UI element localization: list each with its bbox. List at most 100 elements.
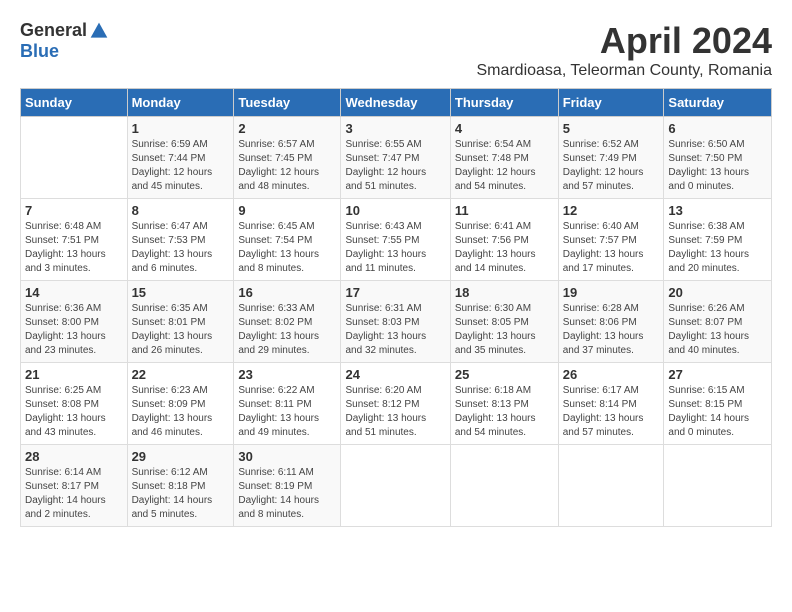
calendar-cell: 27 Sunrise: 6:15 AM Sunset: 8:15 PM Dayli…	[664, 363, 772, 445]
calendar-cell: 16 Sunrise: 6:33 AM Sunset: 8:02 PM Dayli…	[234, 281, 341, 363]
calendar-cell: 20 Sunrise: 6:26 AM Sunset: 8:07 PM Dayli…	[664, 281, 772, 363]
day-number: 11	[455, 203, 554, 218]
calendar-cell: 24 Sunrise: 6:20 AM Sunset: 8:12 PM Dayli…	[341, 363, 450, 445]
subtitle: Smardioasa, Teleorman County, Romania	[476, 62, 772, 80]
cell-info: Sunrise: 6:38 AM Sunset: 7:59 PM Dayligh…	[668, 220, 767, 276]
day-number: 14	[25, 285, 123, 300]
day-number: 9	[238, 203, 336, 218]
calendar-cell: 10Sunrise: 6:43 AM Sunset: 7:55 PM Dayli…	[341, 199, 450, 281]
logo: General Blue	[20, 20, 109, 62]
calendar-table: SundayMondayTuesdayWednesdayThursdayFrid…	[20, 88, 772, 527]
calendar-week-row: 21 Sunrise: 6:25 AM Sunset: 8:08 PM Dayli…	[21, 363, 772, 445]
cell-info: Sunrise: 6:54 AM Sunset: 7:48 PM Dayligh…	[455, 138, 554, 194]
calendar-cell: 26 Sunrise: 6:17 AM Sunset: 8:14 PM Dayli…	[558, 363, 664, 445]
day-number: 8	[132, 203, 230, 218]
header-wednesday: Wednesday	[341, 89, 450, 117]
cell-info: Sunrise: 6:18 AM Sunset: 8:13 PM Dayligh…	[455, 384, 554, 440]
calendar-week-row: 14 Sunrise: 6:36 AM Sunset: 8:00 PM Dayli…	[21, 281, 772, 363]
logo-icon	[89, 21, 109, 41]
day-number: 7	[25, 203, 123, 218]
calendar-cell	[558, 445, 664, 527]
calendar-cell: 18Sunrise: 6:30 AM Sunset: 8:05 PM Dayli…	[450, 281, 558, 363]
cell-info: Sunrise: 6:11 AM Sunset: 8:19 PM Dayligh…	[238, 466, 336, 522]
header-tuesday: Tuesday	[234, 89, 341, 117]
title-block: April 2024 Smardioasa, Teleorman County,…	[476, 20, 772, 80]
header-sunday: Sunday	[21, 89, 128, 117]
cell-info: Sunrise: 6:45 AM Sunset: 7:54 PM Dayligh…	[238, 220, 336, 276]
calendar-cell: 9 Sunrise: 6:45 AM Sunset: 7:54 PM Daylig…	[234, 199, 341, 281]
calendar-header-row: SundayMondayTuesdayWednesdayThursdayFrid…	[21, 89, 772, 117]
day-number: 25	[455, 367, 554, 382]
calendar-cell	[21, 117, 128, 199]
calendar-cell: 12 Sunrise: 6:40 AM Sunset: 7:57 PM Dayli…	[558, 199, 664, 281]
calendar-week-row: 7 Sunrise: 6:48 AM Sunset: 7:51 PM Daylig…	[21, 199, 772, 281]
cell-info: Sunrise: 6:28 AM Sunset: 8:06 PM Dayligh…	[563, 302, 660, 358]
calendar-cell: 17 Sunrise: 6:31 AM Sunset: 8:03 PM Dayli…	[341, 281, 450, 363]
cell-info: Sunrise: 6:31 AM Sunset: 8:03 PM Dayligh…	[345, 302, 445, 358]
day-number: 1	[132, 121, 230, 136]
calendar-cell	[341, 445, 450, 527]
day-number: 15	[132, 285, 230, 300]
cell-info: Sunrise: 6:40 AM Sunset: 7:57 PM Dayligh…	[563, 220, 660, 276]
calendar-cell: 29Sunrise: 6:12 AM Sunset: 8:18 PM Dayli…	[127, 445, 234, 527]
cell-info: Sunrise: 6:52 AM Sunset: 7:49 PM Dayligh…	[563, 138, 660, 194]
calendar-cell: 3Sunrise: 6:55 AM Sunset: 7:47 PM Daylig…	[341, 117, 450, 199]
cell-info: Sunrise: 6:35 AM Sunset: 8:01 PM Dayligh…	[132, 302, 230, 358]
logo-general: General	[20, 20, 87, 41]
day-number: 28	[25, 449, 123, 464]
day-number: 19	[563, 285, 660, 300]
calendar-cell: 2 Sunrise: 6:57 AM Sunset: 7:45 PM Daylig…	[234, 117, 341, 199]
calendar-week-row: 1Sunrise: 6:59 AM Sunset: 7:44 PM Daylig…	[21, 117, 772, 199]
calendar-week-row: 28 Sunrise: 6:14 AM Sunset: 8:17 PM Dayli…	[21, 445, 772, 527]
cell-info: Sunrise: 6:47 AM Sunset: 7:53 PM Dayligh…	[132, 220, 230, 276]
cell-info: Sunrise: 6:15 AM Sunset: 8:15 PM Dayligh…	[668, 384, 767, 440]
cell-info: Sunrise: 6:57 AM Sunset: 7:45 PM Dayligh…	[238, 138, 336, 194]
day-number: 24	[345, 367, 445, 382]
day-number: 21	[25, 367, 123, 382]
day-number: 27	[668, 367, 767, 382]
day-number: 4	[455, 121, 554, 136]
day-number: 23	[238, 367, 336, 382]
header-saturday: Saturday	[664, 89, 772, 117]
day-number: 2	[238, 121, 336, 136]
header-thursday: Thursday	[450, 89, 558, 117]
cell-info: Sunrise: 6:22 AM Sunset: 8:11 PM Dayligh…	[238, 384, 336, 440]
calendar-cell: 19 Sunrise: 6:28 AM Sunset: 8:06 PM Dayli…	[558, 281, 664, 363]
cell-info: Sunrise: 6:43 AM Sunset: 7:55 PM Dayligh…	[345, 220, 445, 276]
calendar-cell: 28 Sunrise: 6:14 AM Sunset: 8:17 PM Dayli…	[21, 445, 128, 527]
cell-info: Sunrise: 6:20 AM Sunset: 8:12 PM Dayligh…	[345, 384, 445, 440]
calendar-cell: 1Sunrise: 6:59 AM Sunset: 7:44 PM Daylig…	[127, 117, 234, 199]
cell-info: Sunrise: 6:48 AM Sunset: 7:51 PM Dayligh…	[25, 220, 123, 276]
calendar-cell: 22Sunrise: 6:23 AM Sunset: 8:09 PM Dayli…	[127, 363, 234, 445]
day-number: 3	[345, 121, 445, 136]
month-title: April 2024	[476, 20, 772, 62]
day-number: 22	[132, 367, 230, 382]
day-number: 13	[668, 203, 767, 218]
cell-info: Sunrise: 6:14 AM Sunset: 8:17 PM Dayligh…	[25, 466, 123, 522]
logo-blue: Blue	[20, 41, 59, 62]
cell-info: Sunrise: 6:36 AM Sunset: 8:00 PM Dayligh…	[25, 302, 123, 358]
header-friday: Friday	[558, 89, 664, 117]
day-number: 12	[563, 203, 660, 218]
calendar-cell: 23 Sunrise: 6:22 AM Sunset: 8:11 PM Dayli…	[234, 363, 341, 445]
cell-info: Sunrise: 6:25 AM Sunset: 8:08 PM Dayligh…	[25, 384, 123, 440]
calendar-cell	[450, 445, 558, 527]
day-number: 17	[345, 285, 445, 300]
cell-info: Sunrise: 6:33 AM Sunset: 8:02 PM Dayligh…	[238, 302, 336, 358]
calendar-cell: 21 Sunrise: 6:25 AM Sunset: 8:08 PM Dayli…	[21, 363, 128, 445]
cell-info: Sunrise: 6:50 AM Sunset: 7:50 PM Dayligh…	[668, 138, 767, 194]
cell-info: Sunrise: 6:26 AM Sunset: 8:07 PM Dayligh…	[668, 302, 767, 358]
cell-info: Sunrise: 6:17 AM Sunset: 8:14 PM Dayligh…	[563, 384, 660, 440]
day-number: 5	[563, 121, 660, 136]
cell-info: Sunrise: 6:41 AM Sunset: 7:56 PM Dayligh…	[455, 220, 554, 276]
day-number: 20	[668, 285, 767, 300]
day-number: 16	[238, 285, 336, 300]
calendar-cell: 13 Sunrise: 6:38 AM Sunset: 7:59 PM Dayli…	[664, 199, 772, 281]
calendar-cell: 15 Sunrise: 6:35 AM Sunset: 8:01 PM Dayli…	[127, 281, 234, 363]
header-monday: Monday	[127, 89, 234, 117]
cell-info: Sunrise: 6:12 AM Sunset: 8:18 PM Dayligh…	[132, 466, 230, 522]
day-number: 26	[563, 367, 660, 382]
calendar-cell: 5 Sunrise: 6:52 AM Sunset: 7:49 PM Daylig…	[558, 117, 664, 199]
calendar-cell: 25 Sunrise: 6:18 AM Sunset: 8:13 PM Dayli…	[450, 363, 558, 445]
day-number: 30	[238, 449, 336, 464]
